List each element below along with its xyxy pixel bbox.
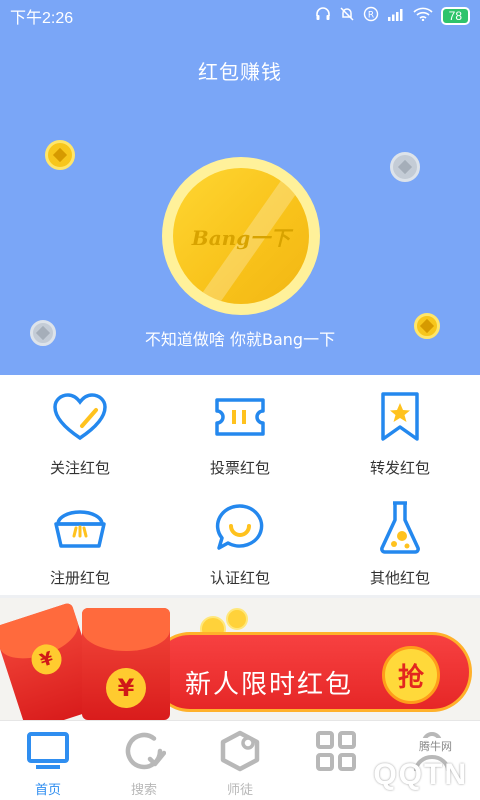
- grab-button[interactable]: 抢: [382, 646, 440, 704]
- chat-smile-icon: [210, 497, 270, 557]
- silver-coin-icon: [390, 152, 420, 182]
- coin-face: Bang一下: [173, 168, 309, 304]
- grid-item-register[interactable]: 注册红包: [0, 485, 160, 595]
- heart-icon: [50, 387, 110, 447]
- status-time: 下午2:26: [10, 10, 74, 27]
- grid-label: 注册红包: [49, 569, 110, 587]
- svg-text:R: R: [368, 11, 374, 21]
- signal-icon: [387, 7, 405, 25]
- registered-icon: R: [363, 6, 379, 26]
- wifi-icon: [413, 7, 433, 25]
- headphones-icon: [315, 6, 331, 26]
- grid-item-share[interactable]: 转发红包: [320, 375, 480, 485]
- grid-item-follow[interactable]: 关注红包: [0, 375, 160, 485]
- tab-mentor[interactable]: 师徒: [192, 721, 288, 800]
- grid-label: 关注红包: [49, 459, 110, 477]
- tab-label: 首页: [34, 783, 61, 798]
- hero-section: 红包赚钱 Bang一下 不知道做啥 你就Bang一下: [0, 32, 480, 375]
- refresh-check-icon: [122, 729, 166, 773]
- flask-icon: [370, 497, 430, 557]
- battery-indicator: 78: [440, 7, 470, 25]
- bookmark-star-icon: [370, 387, 430, 447]
- status-icons: R 78: [315, 6, 470, 26]
- tab-search[interactable]: 搜索: [96, 721, 192, 800]
- hero-subtitle: 不知道做啥 你就Bang一下: [144, 330, 336, 349]
- ticket-icon: [210, 387, 270, 447]
- grid-label: 投票红包: [209, 459, 270, 477]
- monitor-icon: [26, 729, 70, 773]
- grid-item-verify[interactable]: 认证红包: [160, 485, 320, 595]
- promo-banner[interactable]: ¥ ¥ 新人限时红包 抢: [0, 598, 480, 720]
- page-title: 红包赚钱: [198, 60, 282, 84]
- grid-item-other[interactable]: 其他红包: [320, 485, 480, 595]
- grid-label: 其他红包: [369, 569, 430, 587]
- envelope-seal: ¥: [106, 668, 146, 708]
- category-grid: 关注红包 投票红包 转发红包 注册红包 认证红包 其他红包: [0, 375, 480, 595]
- banner-title: 新人限时红包: [185, 670, 354, 700]
- watermark: 腾牛网 QQTN: [282, 738, 478, 798]
- grid-label: 认证红包: [209, 569, 270, 587]
- coin-label: Bang一下: [191, 225, 291, 250]
- bell-muted-icon: [339, 6, 355, 26]
- tab-home[interactable]: 首页: [0, 721, 96, 800]
- gold-coin-icon: [226, 608, 248, 630]
- status-bar: 下午2:26 R 78: [0, 0, 480, 32]
- bang-coin-button[interactable]: Bang一下: [162, 157, 320, 315]
- watermark-small: 腾牛网: [417, 738, 454, 754]
- cube-icon: [218, 729, 262, 773]
- watermark-logo: QQTN: [373, 758, 468, 791]
- grid-label: 转发红包: [369, 459, 430, 477]
- tab-label: 师徒: [226, 783, 253, 798]
- red-envelope-icon: ¥: [82, 608, 170, 720]
- tab-label: 搜索: [130, 783, 157, 798]
- gold-coin-icon: [45, 140, 75, 170]
- basket-icon: [50, 497, 110, 557]
- grid-item-vote[interactable]: 投票红包: [160, 375, 320, 485]
